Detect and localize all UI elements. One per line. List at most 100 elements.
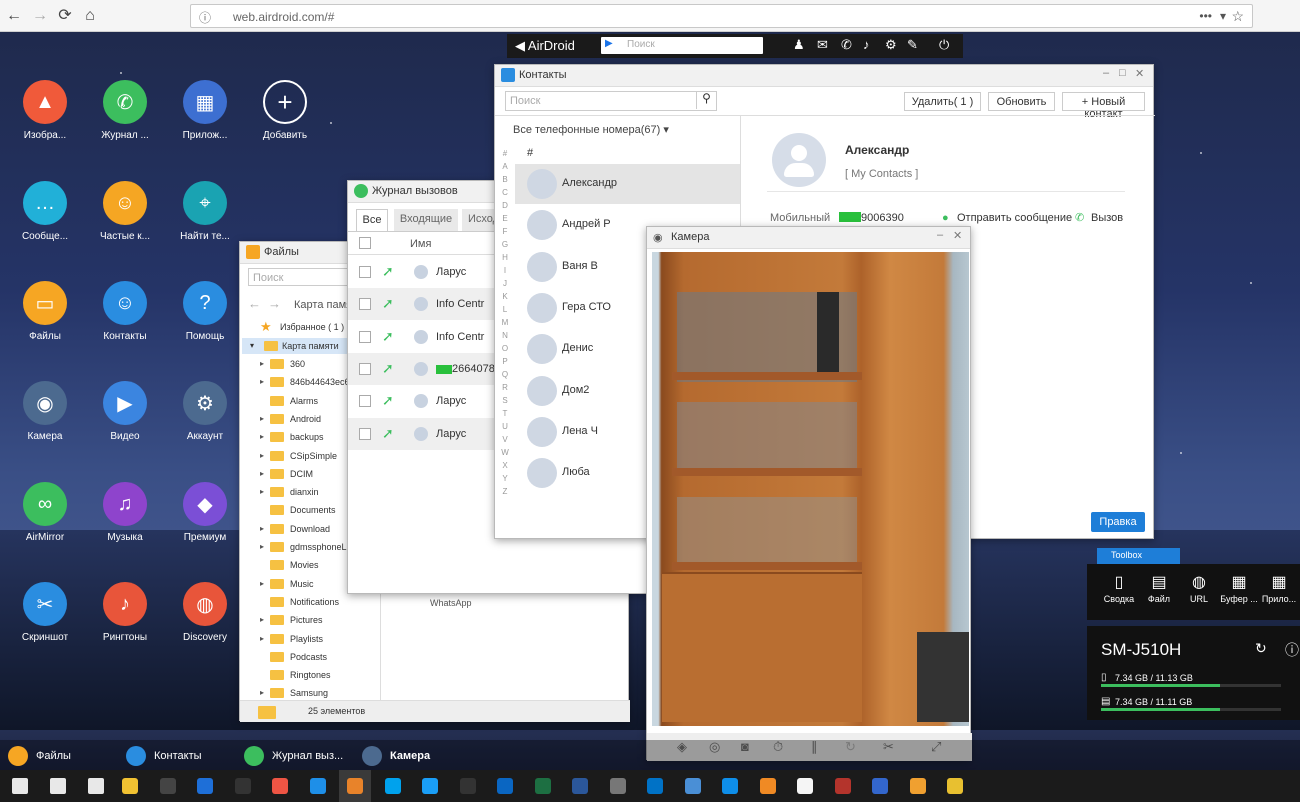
- expand-icon[interactable]: ▸: [260, 524, 264, 533]
- app-phone[interactable]: ✆ Журнал ...: [90, 80, 160, 141]
- index-letter[interactable]: N: [499, 331, 511, 340]
- app-message[interactable]: … Сообще...: [10, 181, 80, 242]
- expand-icon[interactable]: ▸: [260, 634, 264, 643]
- expand-icon[interactable]: ▸: [260, 579, 264, 588]
- contact-item[interactable]: Александр: [515, 164, 740, 204]
- shirt-icon[interactable]: ♟: [793, 37, 805, 53]
- toolbox-item[interactable]: ◍ URL: [1179, 572, 1219, 604]
- tab-incoming[interactable]: Входящие: [394, 209, 458, 231]
- minimize-icon[interactable]: –: [937, 229, 943, 241]
- expand-icon[interactable]: ▸: [260, 451, 264, 460]
- index-letter[interactable]: T: [499, 409, 511, 418]
- app-apps[interactable]: ▦ Прилож...: [170, 80, 240, 141]
- new-contact-button[interactable]: + Новый контакт: [1062, 92, 1145, 120]
- expand-icon[interactable]: ▸: [260, 542, 264, 551]
- expand-icon[interactable]: ▸: [260, 469, 264, 478]
- index-letter[interactable]: K: [499, 292, 511, 301]
- index-letter[interactable]: M: [499, 318, 511, 327]
- minimize-icon[interactable]: –: [1103, 67, 1109, 79]
- app-image[interactable]: ▲ Изобра...: [10, 80, 80, 141]
- app-binoculars[interactable]: ∞ AirMirror: [10, 482, 80, 543]
- index-letter[interactable]: D: [499, 201, 511, 210]
- index-letter[interactable]: L: [499, 305, 511, 314]
- row-checkbox[interactable]: [359, 330, 371, 343]
- url-bar[interactable]: ⓘ web.airdroid.com/# ••• ▾ ☆: [190, 4, 1253, 28]
- skype-icon[interactable]: [377, 770, 409, 802]
- explorer-icon[interactable]: [114, 770, 146, 802]
- index-letter[interactable]: #: [499, 149, 511, 158]
- power-icon[interactable]: ⏻: [939, 37, 949, 53]
- index-letter[interactable]: J: [499, 279, 511, 288]
- maximize-icon[interactable]: □: [1119, 67, 1126, 79]
- favorites-item[interactable]: Избранное ( 1 ): [280, 322, 344, 332]
- reload-button[interactable]: ⟳: [55, 6, 75, 26]
- index-letter[interactable]: Y: [499, 474, 511, 483]
- close-icon[interactable]: ✕: [1135, 67, 1144, 80]
- expand-icon[interactable]: ▸: [260, 359, 264, 368]
- call-link[interactable]: Вызов: [1091, 212, 1123, 224]
- files-back-icon[interactable]: ←: [248, 296, 261, 311]
- gear-icon[interactable]: ⚙: [885, 37, 897, 53]
- teamviewer-icon[interactable]: [714, 770, 746, 802]
- row-checkbox[interactable]: [359, 395, 371, 408]
- row-checkbox[interactable]: [359, 298, 371, 311]
- forward-button[interactable]: →: [30, 6, 50, 26]
- expand-icon[interactable]: ▸: [260, 487, 264, 496]
- sublime-icon[interactable]: [752, 770, 784, 802]
- app-video[interactable]: ▶ Видео: [90, 381, 160, 442]
- edit-button[interactable]: Правка: [1091, 512, 1145, 532]
- paint-icon[interactable]: [602, 770, 634, 802]
- app-music[interactable]: ♫ Музыка: [90, 482, 160, 543]
- tab-all[interactable]: Все: [356, 209, 388, 231]
- row-checkbox[interactable]: [359, 427, 371, 440]
- search-icon[interactable]: ⚲: [696, 91, 716, 109]
- app-gear[interactable]: ⚙ Аккаунт: [170, 381, 240, 442]
- tree-folder[interactable]: Notifications: [242, 594, 380, 610]
- index-letter[interactable]: C: [499, 188, 511, 197]
- app-bell[interactable]: ♪ Рингтоны: [90, 582, 160, 643]
- firefox-icon[interactable]: [339, 770, 371, 802]
- notepad-icon[interactable]: [789, 770, 821, 802]
- folder-app-icon[interactable]: [902, 770, 934, 802]
- index-letter[interactable]: W: [499, 448, 511, 457]
- bell-icon[interactable]: ♪: [863, 37, 870, 52]
- toolbox-item[interactable]: ▤ Файл: [1139, 572, 1179, 604]
- index-letter[interactable]: A: [499, 162, 511, 171]
- app-help[interactable]: ? Помощь: [170, 281, 240, 342]
- index-letter[interactable]: R: [499, 383, 511, 392]
- app-location[interactable]: ⌖ Найти те...: [170, 181, 240, 242]
- app-folder[interactable]: ▭ Файлы: [10, 281, 80, 342]
- toolbox-item[interactable]: ▦ Буфер ...: [1219, 572, 1259, 604]
- monitor-app-icon[interactable]: [189, 770, 221, 802]
- row-checkbox[interactable]: [359, 362, 371, 375]
- tree-folder[interactable]: Podcasts: [242, 649, 380, 665]
- app-diamond[interactable]: ◆ Премиум: [170, 482, 240, 543]
- select-all-checkbox[interactable]: [359, 237, 371, 249]
- contact-group[interactable]: [ My Contacts ]: [845, 168, 918, 180]
- home-button[interactable]: ⌂: [80, 6, 100, 26]
- app-icon[interactable]: [827, 770, 859, 802]
- index-letter[interactable]: G: [499, 240, 511, 249]
- search-icon[interactable]: [42, 770, 74, 802]
- excel-icon[interactable]: [527, 770, 559, 802]
- bluetooth-app-icon[interactable]: [489, 770, 521, 802]
- delete-button[interactable]: Удалить( 1 ): [904, 92, 981, 111]
- network-icon[interactable]: [677, 770, 709, 802]
- index-letter[interactable]: S: [499, 396, 511, 405]
- files-forward-icon[interactable]: →: [268, 296, 281, 311]
- info-icon[interactable]: ⓘ: [199, 9, 211, 26]
- outlook-icon[interactable]: [639, 770, 671, 802]
- toolbox-item[interactable]: ▦ Прило...: [1259, 572, 1299, 604]
- phone-icon[interactable]: ✆: [841, 37, 852, 53]
- expand-icon[interactable]: ▸: [260, 688, 264, 697]
- bookmark-star-icon[interactable]: ☆: [1231, 8, 1244, 25]
- index-letter[interactable]: E: [499, 214, 511, 223]
- remote-icon[interactable]: [864, 770, 896, 802]
- refresh-icon[interactable]: ↻: [1255, 640, 1267, 657]
- word-icon[interactable]: [564, 770, 596, 802]
- tree-folder[interactable]: ▸ Pictures: [242, 612, 380, 628]
- index-letter[interactable]: U: [499, 422, 511, 431]
- expand-icon[interactable]: ▸: [260, 414, 264, 423]
- edge-icon[interactable]: [302, 770, 334, 802]
- media-icon[interactable]: [227, 770, 259, 802]
